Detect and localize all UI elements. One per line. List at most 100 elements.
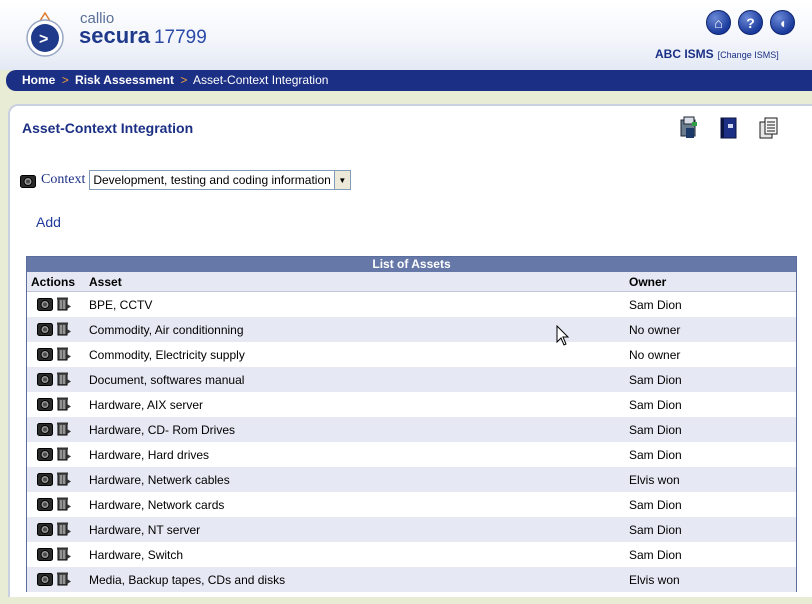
book-icon[interactable] xyxy=(718,116,740,140)
row-actions xyxy=(27,396,87,414)
view-camera-icon[interactable] xyxy=(37,421,53,439)
org-name: ABC ISMS xyxy=(655,47,714,61)
delete-trash-icon[interactable] xyxy=(56,396,72,414)
owner-cell: Elvis won xyxy=(629,572,680,587)
row-actions xyxy=(27,571,87,589)
owner-cell: No owner xyxy=(629,322,681,337)
view-camera-icon[interactable] xyxy=(37,471,53,489)
asset-cell: Commodity, Electricity supply xyxy=(89,347,245,362)
row-actions xyxy=(27,321,87,339)
logout-icon[interactable]: ◖ xyxy=(770,10,795,35)
view-camera-icon[interactable] xyxy=(37,521,53,539)
panel-toolbar xyxy=(678,116,780,140)
asset-cell: Hardware, Switch xyxy=(89,547,184,562)
delete-trash-icon[interactable] xyxy=(56,296,72,314)
main-panel: Asset-Context Integration Context Develo… xyxy=(8,104,812,604)
row-actions xyxy=(27,521,87,539)
svg-text:>: > xyxy=(39,31,48,48)
breadcrumb-current: Asset-Context Integration xyxy=(193,73,329,87)
chevron-down-icon[interactable]: ▼ xyxy=(333,171,350,189)
delete-trash-icon[interactable] xyxy=(56,421,72,439)
top-icon-bar: ⌂ ? ◖ xyxy=(706,10,795,35)
owner-cell: Sam Dion xyxy=(629,297,682,312)
asset-cell: Hardware, Network cards xyxy=(89,497,225,512)
delete-trash-icon[interactable] xyxy=(56,521,72,539)
table-row: Media, Backup tapes, CDs and disks Elvis … xyxy=(27,567,796,592)
breadcrumb-risk-assessment[interactable]: Risk Assessment xyxy=(75,73,174,87)
home-icon[interactable]: ⌂ xyxy=(706,10,731,35)
asset-cell: Hardware, Netwerk cables xyxy=(89,472,230,487)
owner-cell: Elvis won xyxy=(629,472,680,487)
asset-cell: Commodity, Air conditionning xyxy=(89,322,244,337)
delete-trash-icon[interactable] xyxy=(56,571,72,589)
view-camera-icon[interactable] xyxy=(37,346,53,364)
add-link[interactable]: Add xyxy=(36,214,61,230)
view-camera-icon[interactable] xyxy=(37,446,53,464)
delete-trash-icon[interactable] xyxy=(56,371,72,389)
view-camera-icon[interactable] xyxy=(37,571,53,589)
row-actions xyxy=(27,446,87,464)
table-row: Commodity, Air conditionning No owner xyxy=(27,317,796,342)
context-row: Context Development, testing and coding … xyxy=(20,170,351,190)
assets-table: List of Assets Actions Asset Owner BPE, … xyxy=(26,256,797,592)
asset-cell: Hardware, NT server xyxy=(89,522,201,537)
table-row: Hardware, Hard drives Sam Dion xyxy=(27,442,796,467)
delete-trash-icon[interactable] xyxy=(56,321,72,339)
table-row: Document, softwares manual Sam Dion xyxy=(27,367,796,392)
mouse-cursor-icon xyxy=(556,325,570,346)
asset-cell: Document, softwares manual xyxy=(89,372,245,387)
view-camera-icon[interactable] xyxy=(37,371,53,389)
print-icon[interactable] xyxy=(678,116,700,140)
context-label: Context xyxy=(41,172,86,187)
owner-cell: Sam Dion xyxy=(629,522,682,537)
header-actions: Actions xyxy=(31,274,76,289)
brand-name-text: secura xyxy=(79,23,150,48)
owner-cell: Sam Dion xyxy=(629,397,682,412)
table-row: Hardware, Netwerk cables Elvis won xyxy=(27,467,796,492)
bottom-strip xyxy=(0,597,812,604)
asset-cell: BPE, CCTV xyxy=(89,297,153,312)
table-body: BPE, CCTV Sam Dion Commodity, Air conditio… xyxy=(27,292,796,592)
view-camera-icon[interactable] xyxy=(37,321,53,339)
table-row: Hardware, Network cards Sam Dion xyxy=(27,492,796,517)
row-actions xyxy=(27,546,87,564)
owner-cell: Sam Dion xyxy=(629,422,682,437)
table-row: BPE, CCTV Sam Dion xyxy=(27,292,796,317)
row-actions xyxy=(27,496,87,514)
callio-logo-icon: > xyxy=(26,12,64,57)
row-actions xyxy=(27,371,87,389)
help-icon[interactable]: ? xyxy=(738,10,763,35)
header-owner: Owner xyxy=(629,274,667,289)
view-camera-icon[interactable] xyxy=(37,546,53,564)
view-camera-icon[interactable] xyxy=(37,396,53,414)
view-camera-icon[interactable] xyxy=(37,496,53,514)
owner-cell: Sam Dion xyxy=(629,497,682,512)
asset-cell: Hardware, AIX server xyxy=(89,397,204,412)
delete-trash-icon[interactable] xyxy=(56,496,72,514)
view-camera-icon[interactable] xyxy=(37,296,53,314)
report-icon[interactable] xyxy=(758,116,780,140)
change-isms-link[interactable]: [Change ISMS] xyxy=(718,50,779,60)
owner-cell: Sam Dion xyxy=(629,447,682,462)
table-row: Hardware, NT server Sam Dion xyxy=(27,517,796,542)
org-info: ABC ISMS [Change ISMS] xyxy=(655,47,779,61)
delete-trash-icon[interactable] xyxy=(56,546,72,564)
table-row: Hardware, Switch Sam Dion xyxy=(27,542,796,567)
delete-trash-icon[interactable] xyxy=(56,446,72,464)
brand-version: 17799 xyxy=(153,27,207,48)
context-select-value: Development, testing and coding informat… xyxy=(93,173,331,187)
table-caption: List of Assets xyxy=(27,257,796,272)
app-header: > callio secura 17799 ⌂ ? ◖ ABC ISMS [Chan… xyxy=(0,0,812,70)
context-select[interactable]: Development, testing and coding informat… xyxy=(89,170,351,190)
table-row: Hardware, CD- Rom Drives Sam Dion xyxy=(27,417,796,442)
delete-trash-icon[interactable] xyxy=(56,346,72,364)
breadcrumb-home[interactable]: Home xyxy=(22,73,55,87)
table-row: Hardware, AIX server Sam Dion xyxy=(27,392,796,417)
delete-trash-icon[interactable] xyxy=(56,471,72,489)
owner-cell: No owner xyxy=(629,347,681,362)
asset-cell: Hardware, CD- Rom Drives xyxy=(89,422,236,437)
owner-cell: Sam Dion xyxy=(629,547,682,562)
row-actions xyxy=(27,471,87,489)
table-row: Commodity, Electricity supply No owner xyxy=(27,342,796,367)
breadcrumb: Home > Risk Assessment > Asset-Context I… xyxy=(6,70,812,91)
